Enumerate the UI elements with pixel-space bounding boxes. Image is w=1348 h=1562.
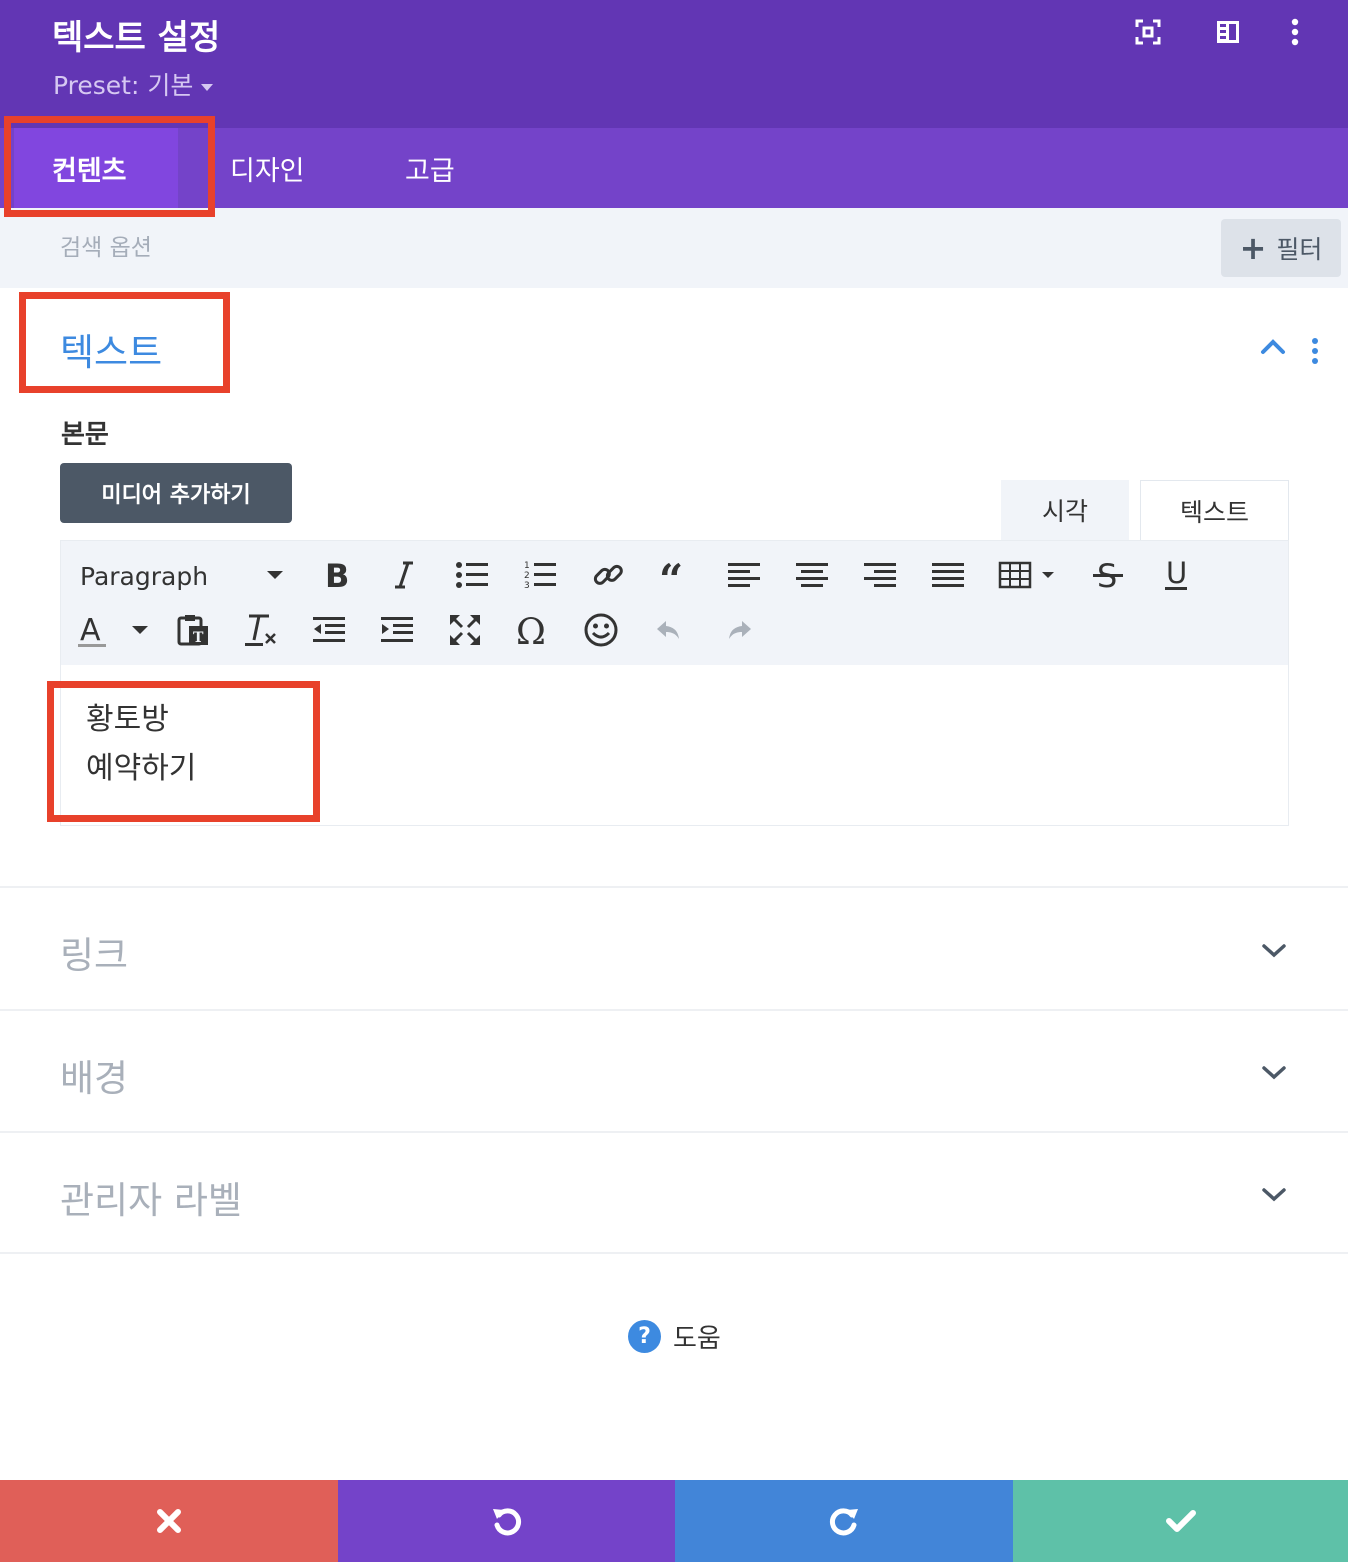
filter-label: 필터 — [1276, 235, 1323, 264]
bold-icon[interactable]: B — [316, 555, 356, 595]
sidebar-layout-icon[interactable] — [1212, 16, 1244, 48]
help-link[interactable]: ? 도움 — [628, 1318, 721, 1355]
format-select-value: Paragraph — [80, 561, 209, 591]
caret-down-icon — [201, 83, 214, 91]
preset-label: Preset: 기본 — [53, 71, 194, 100]
format-select[interactable]: Paragraph — [80, 556, 290, 596]
help-label: 도움 — [673, 1324, 721, 1354]
tab-design[interactable]: 디자인 — [230, 128, 305, 208]
outdent-icon[interactable] — [309, 610, 349, 650]
clear-format-icon[interactable] — [241, 610, 281, 650]
special-char-icon[interactable]: Ω — [513, 610, 553, 650]
focus-icon[interactable] — [1132, 16, 1164, 48]
section-divider — [0, 886, 1348, 888]
section-divider — [0, 1009, 1348, 1011]
filter-button[interactable]: + 필터 — [1221, 219, 1341, 277]
modal-header: 텍스트 설정 Preset: 기본 — [0, 0, 1348, 128]
cancel-icon — [157, 1509, 181, 1533]
italic-icon[interactable] — [384, 555, 424, 595]
svg-text:2: 2 — [524, 571, 530, 581]
chevron-down-icon[interactable] — [1260, 942, 1288, 964]
undo-icon — [649, 610, 689, 650]
svg-text:B: B — [325, 560, 349, 590]
indent-icon[interactable] — [377, 610, 417, 650]
modal-title: 텍스트 설정 — [52, 18, 221, 58]
underline-icon[interactable]: U — [1156, 555, 1196, 595]
search-bar — [0, 208, 1348, 288]
section-more-icon[interactable] — [1310, 336, 1320, 370]
section-title-text[interactable]: 텍스트 — [60, 322, 162, 376]
svg-text:T: T — [193, 630, 204, 646]
paste-text-icon[interactable]: T — [173, 610, 213, 650]
chevron-up-icon[interactable] — [1258, 336, 1288, 360]
add-media-button[interactable]: 미디어 추가하기 — [60, 463, 292, 523]
body-field-label: 본문 — [61, 420, 109, 450]
tab-advanced[interactable]: 고급 — [405, 128, 455, 208]
content-line: 황토방 — [86, 702, 169, 737]
numbered-list-icon[interactable]: 123 — [520, 555, 560, 595]
preset-dropdown[interactable]: Preset: 기본 — [53, 66, 214, 102]
caret-down-icon — [267, 571, 283, 579]
tab-text-mode[interactable]: 텍스트 — [1140, 480, 1289, 540]
undo-button[interactable] — [338, 1480, 675, 1562]
save-check-icon — [1165, 1510, 1196, 1532]
editor-content[interactable]: 황토방 예약하기 — [86, 695, 196, 793]
section-title-link[interactable]: 링크 — [60, 925, 128, 979]
align-left-icon[interactable] — [724, 555, 764, 595]
svg-text:U: U — [1166, 559, 1187, 590]
svg-text:3: 3 — [524, 581, 530, 591]
redo-icon — [719, 610, 759, 650]
svg-text:A: A — [80, 613, 101, 648]
svg-text:Ω: Ω — [516, 613, 546, 647]
link-icon[interactable] — [588, 555, 628, 595]
align-right-icon[interactable] — [860, 555, 900, 595]
plus-icon: + — [1239, 229, 1267, 267]
section-title-background[interactable]: 배경 — [60, 1048, 128, 1102]
fullscreen-icon[interactable] — [445, 610, 485, 650]
svg-text:“: “ — [659, 560, 683, 590]
redo-button[interactable] — [675, 1480, 1013, 1562]
blockquote-icon[interactable]: “ — [656, 555, 696, 595]
align-justify-icon[interactable] — [928, 555, 968, 595]
section-divider — [0, 1131, 1348, 1133]
section-title-admin-label[interactable]: 관리자 라벨 — [60, 1170, 242, 1224]
content-line: 예약하기 — [86, 751, 197, 786]
more-vertical-icon[interactable] — [1279, 16, 1311, 48]
bullet-list-icon[interactable] — [452, 555, 492, 595]
emoji-icon[interactable] — [581, 610, 621, 650]
settings-tabs: 컨텐츠 디자인 고급 — [0, 128, 1348, 208]
chevron-down-icon[interactable] — [1260, 1186, 1288, 1208]
tab-content[interactable]: 컨텐츠 — [14, 128, 178, 208]
strikethrough-icon[interactable]: S — [1088, 555, 1128, 595]
text-color-icon[interactable]: A — [76, 610, 152, 650]
svg-text:1: 1 — [524, 561, 530, 571]
undo-icon — [492, 1508, 521, 1536]
redo-icon — [829, 1508, 858, 1536]
help-icon: ? — [628, 1320, 661, 1353]
save-button[interactable] — [1013, 1480, 1348, 1562]
chevron-down-icon[interactable] — [1260, 1064, 1288, 1086]
table-icon[interactable] — [996, 555, 1060, 595]
search-input[interactable] — [60, 228, 960, 268]
align-center-icon[interactable] — [792, 555, 832, 595]
tab-visual-mode[interactable]: 시각 — [1001, 480, 1129, 540]
section-divider — [0, 1252, 1348, 1254]
cancel-button[interactable] — [0, 1480, 338, 1562]
